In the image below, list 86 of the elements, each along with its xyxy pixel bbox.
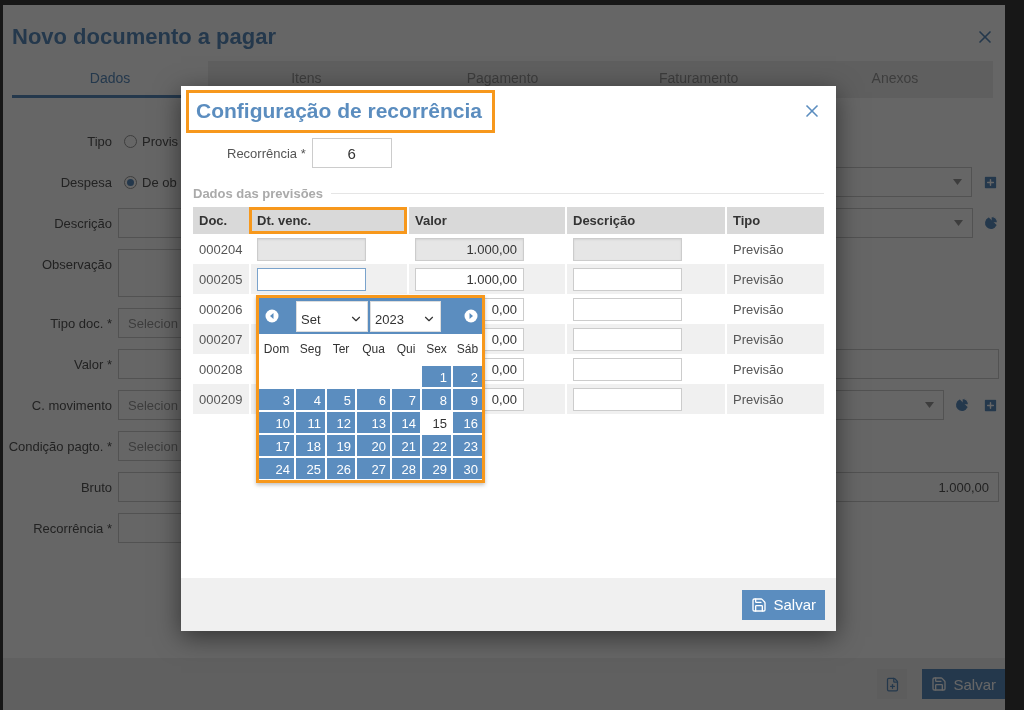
day-cell[interactable]: 29 bbox=[422, 458, 451, 479]
dialog-title: Novo documento a pagar bbox=[12, 24, 277, 50]
year-select[interactable]: 2023 bbox=[370, 300, 441, 332]
description-input[interactable] bbox=[573, 327, 682, 351]
field-label: Recorrência * bbox=[227, 145, 306, 161]
day-cell[interactable]: 8 bbox=[422, 389, 451, 410]
save-button[interactable]: Salvar bbox=[922, 669, 1005, 699]
value-input[interactable]: 1.000,00 bbox=[415, 267, 524, 291]
table-cell: 000205 bbox=[193, 264, 249, 294]
pie-chart-icon[interactable] bbox=[983, 215, 999, 231]
weekday-label: Seg bbox=[298, 341, 323, 358]
weekday-label: Qui bbox=[395, 341, 417, 358]
description-input[interactable] bbox=[573, 297, 682, 321]
modal-title: Configuração de recorrência bbox=[186, 89, 495, 133]
day-cell[interactable]: 24 bbox=[259, 458, 294, 479]
caret-icon bbox=[925, 402, 934, 408]
table-cell: Previsão bbox=[725, 324, 824, 354]
column-header: Tipo bbox=[725, 207, 824, 234]
date-input[interactable] bbox=[257, 267, 366, 291]
recurrence-input[interactable]: 6 bbox=[311, 138, 392, 168]
table-cell: Previsão bbox=[725, 384, 824, 414]
day-cell[interactable]: 23 bbox=[453, 435, 482, 456]
column-header: Doc. bbox=[193, 207, 249, 234]
day-cell[interactable]: 5 bbox=[327, 389, 355, 410]
day-cell[interactable]: 20 bbox=[357, 435, 390, 456]
day-cell[interactable]: 13 bbox=[357, 412, 390, 433]
day-cell[interactable]: 21 bbox=[392, 435, 420, 456]
table-cell: Previsão bbox=[725, 264, 824, 294]
day-cell[interactable]: 16 bbox=[453, 412, 482, 433]
section-title: Dados das previsões bbox=[193, 186, 324, 201]
add-icon[interactable] bbox=[982, 173, 999, 191]
weekday-label: Qua bbox=[361, 341, 386, 358]
field-label: Condição pagto. * bbox=[7, 438, 113, 454]
month-select[interactable]: Set bbox=[296, 300, 368, 332]
field-label: Tipo doc. * bbox=[49, 315, 113, 331]
field-label: Tipo bbox=[86, 133, 113, 149]
column-header: Valor bbox=[407, 207, 565, 234]
previous-month-icon[interactable] bbox=[265, 309, 279, 323]
day-cell[interactable]: 25 bbox=[296, 458, 325, 479]
description-input[interactable] bbox=[573, 357, 682, 381]
next-month-icon[interactable] bbox=[464, 309, 478, 323]
save-button[interactable]: Salvar bbox=[742, 589, 825, 620]
weekday-label: Sex bbox=[425, 341, 448, 358]
pie-chart-icon[interactable] bbox=[954, 396, 970, 414]
table-cell: 000209 bbox=[193, 384, 249, 414]
day-cell[interactable]: 27 bbox=[357, 458, 390, 479]
day-cell[interactable]: 3 bbox=[259, 389, 294, 410]
weekday-label: Sáb bbox=[455, 341, 480, 358]
day-cell[interactable]: 1 bbox=[422, 366, 451, 387]
table-cell: 000207 bbox=[193, 324, 249, 354]
field-label: Recorrência * bbox=[32, 520, 113, 536]
weekday-label: Ter bbox=[331, 341, 351, 358]
field-label: Despesa bbox=[59, 174, 113, 190]
field-label: Valor * bbox=[72, 356, 113, 372]
day-cell[interactable]: 7 bbox=[392, 389, 420, 410]
day-cell[interactable]: 28 bbox=[392, 458, 420, 479]
caret-icon bbox=[953, 179, 962, 185]
day-cell[interactable]: 4 bbox=[296, 389, 325, 410]
day-cell[interactable]: 6 bbox=[357, 389, 390, 410]
field-label: Bruto bbox=[79, 479, 113, 495]
day-cell[interactable]: 18 bbox=[296, 435, 325, 456]
field-label: C. movimento bbox=[30, 397, 113, 413]
day-cell[interactable]: 9 bbox=[453, 389, 482, 410]
day-cell[interactable]: 2 bbox=[453, 366, 482, 387]
save-icon bbox=[751, 596, 768, 613]
description-input[interactable] bbox=[573, 267, 682, 291]
day-cell[interactable]: 14 bbox=[392, 412, 420, 433]
field-label: Observação bbox=[40, 256, 113, 272]
radio-label: De ob bbox=[142, 174, 177, 190]
field-label: Descrição bbox=[53, 215, 113, 231]
column-header: Descrição bbox=[565, 207, 725, 234]
day-cell[interactable]: 10 bbox=[259, 412, 294, 433]
day-cell[interactable]: 22 bbox=[422, 435, 451, 456]
caret-icon bbox=[954, 220, 963, 226]
day-cell[interactable]: 26 bbox=[327, 458, 355, 479]
file-plus-icon bbox=[884, 676, 900, 692]
save-icon bbox=[931, 676, 948, 692]
description-input[interactable] bbox=[573, 387, 682, 411]
day-cell[interactable]: 12 bbox=[327, 412, 355, 433]
column-header: Dt. venc. bbox=[249, 207, 407, 234]
weekday-label: Dom bbox=[262, 341, 291, 358]
add-icon[interactable] bbox=[982, 396, 999, 414]
day-cell[interactable]: 17 bbox=[259, 435, 294, 456]
day-cell[interactable]: 19 bbox=[327, 435, 355, 456]
day-cell[interactable]: 30 bbox=[453, 458, 482, 479]
day-cell[interactable]: 11 bbox=[296, 412, 325, 433]
